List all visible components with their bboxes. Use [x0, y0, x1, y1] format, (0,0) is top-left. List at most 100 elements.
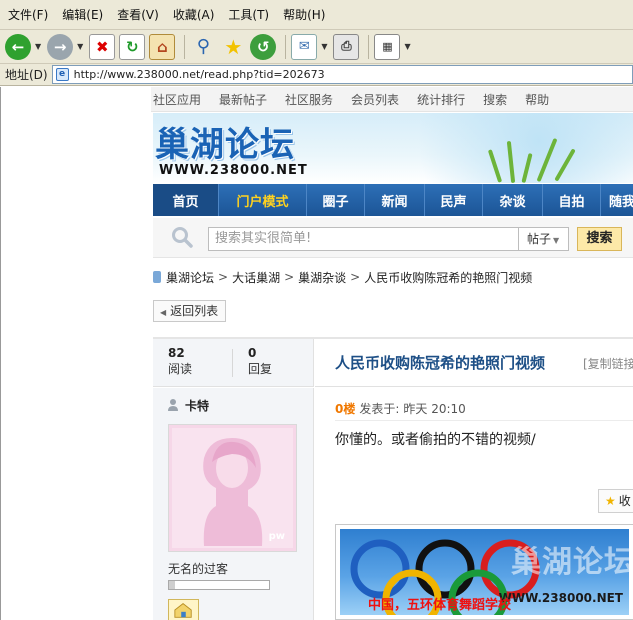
replies-count: 0 [248, 346, 257, 360]
breadcrumb-separator: > [350, 270, 361, 284]
search-icon[interactable]: ⚲ [190, 34, 216, 60]
forward-icon[interactable]: → [47, 33, 74, 60]
house-icon [174, 603, 192, 618]
topnav-stats[interactable]: 统计排行 [417, 91, 465, 108]
star-icon: ★ [605, 494, 616, 508]
toolbar-separator [184, 34, 186, 59]
breadcrumb-subboard[interactable]: 巢湖杂谈 [298, 269, 346, 286]
breadcrumb-board[interactable]: 大话巢湖 [232, 269, 280, 286]
user-rank: 无名的过客 [168, 562, 229, 576]
address-bar: 地址(D) e http://www.238000.net/read.php?t… [0, 64, 633, 86]
posted-label: 发表于: [359, 402, 400, 416]
breadcrumb-separator: > [284, 270, 295, 284]
favorite-label: 收 [618, 494, 631, 508]
address-input[interactable]: e http://www.238000.net/read.php?tid=202… [51, 65, 633, 84]
search-input[interactable]: 搜索其实很简单! [208, 227, 519, 251]
breadcrumb-forum[interactable]: 巢湖论坛 [166, 269, 214, 286]
author-name[interactable]: 卡特 [185, 397, 209, 414]
browser-toolbar: ← ▼ → ▼ ✖ ↻ ⌂ ⚲ ★ ↺ ✉ ▼ ⎙ ▦ ▼ [0, 30, 633, 64]
address-label: 地址(D) [5, 68, 48, 82]
back-dropdown-icon[interactable]: ▼ [35, 42, 41, 51]
nav-home[interactable]: 首页 [153, 184, 219, 216]
topnav-latest[interactable]: 最新帖子 [219, 91, 267, 108]
search-type-select[interactable]: 帖子 ▼ [519, 227, 569, 251]
thread-stats: 82 阅读 0 回复 [153, 339, 314, 387]
stop-icon[interactable]: ✖ [89, 33, 116, 60]
breadcrumb: 巢湖论坛 > 大话巢湖 > 巢湖杂谈 > 人民币收购陈冠希的艳照门视频 [153, 268, 633, 286]
menu-bar: 文件(F) 编辑(E) 查看(V) 收藏(A) 工具(T) 帮助(H) [0, 0, 633, 30]
breadcrumb-icon [153, 271, 161, 283]
nav-selfie[interactable]: 自拍 [543, 184, 601, 216]
search-type-label: 帖子 [527, 232, 552, 246]
edit-dropdown-icon[interactable]: ▼ [404, 42, 410, 51]
post-content: 你懂的。或者偷拍的不错的视频/ [335, 432, 536, 448]
user-home-icon[interactable] [168, 599, 199, 620]
nav-more[interactable]: 随我 [601, 184, 633, 216]
topnav-search[interactable]: 搜索 [483, 91, 507, 108]
refresh-icon[interactable]: ↻ [119, 33, 146, 60]
image-watermark-logo: 巢湖论坛 [511, 545, 629, 580]
topnav-members[interactable]: 会员列表 [351, 91, 399, 108]
mail-dropdown-icon[interactable]: ▼ [321, 42, 327, 51]
search-row: 搜索其实很简单! 帖子 ▼ 搜索 [153, 218, 633, 258]
favorite-button[interactable]: ★ 收 [598, 489, 633, 513]
menu-tools[interactable]: 工具(T) [228, 6, 269, 23]
avatar-image: pw [172, 428, 293, 548]
toolbar-separator [285, 34, 287, 59]
nav-portal[interactable]: 门户模式 [219, 184, 307, 216]
post-meta: 0楼 发表于: 昨天 20:10 [335, 400, 466, 417]
edit-icon[interactable]: ▦ [374, 33, 401, 60]
site-logo-url: WWW.238000.NET [159, 163, 308, 178]
post-image[interactable]: 巢湖论坛 WWW.238000.NET 中国，五环体育舞蹈学校 [335, 524, 633, 620]
content-divider [335, 420, 633, 421]
menu-view[interactable]: 查看(V) [117, 6, 159, 23]
main-nav: 首页 门户模式 圈子 新闻 民声 杂谈 自拍 随我 [153, 184, 633, 216]
avatar[interactable]: pw [168, 424, 297, 552]
chevron-left-icon: ◀ [160, 308, 167, 317]
breadcrumb-separator: > [218, 270, 229, 284]
site-logo[interactable]: 巢湖论坛 [155, 117, 295, 166]
views-count: 82 [168, 346, 185, 360]
toolbar-separator [368, 34, 370, 59]
author-sidebar: 卡特 pw 无名的过客 [153, 388, 314, 620]
search-button[interactable]: 搜索 [577, 227, 622, 251]
thread-title: 人民币收购陈冠希的艳照门视频 [335, 354, 546, 372]
mail-icon[interactable]: ✉ [291, 33, 318, 60]
copy-link[interactable]: [复制链接 [583, 355, 633, 372]
favorites-icon[interactable]: ★ [220, 34, 246, 60]
floor-number[interactable]: 0楼 [335, 402, 355, 416]
site-banner: 巢湖论坛 WWW.238000.NET [153, 113, 633, 183]
print-icon[interactable]: ⎙ [333, 33, 360, 60]
views-label: 阅读 [168, 362, 193, 376]
nav-chat[interactable]: 杂谈 [483, 184, 543, 216]
post-body: 0楼 发表于: 昨天 20:10 你懂的。或者偷拍的不错的视频/ ★ 收 巢湖论坛 [315, 388, 633, 620]
back-icon[interactable]: ← [5, 33, 31, 60]
back-to-list-button[interactable]: ◀ 返回列表 [153, 300, 226, 322]
history-icon[interactable]: ↺ [250, 33, 277, 60]
web-page: 社区应用 最新帖子 社区服务 会员列表 统计排行 搜索 帮助 巢湖论坛 WWW.… [0, 87, 633, 620]
image-caption: 中国，五环体育舞蹈学校 [368, 598, 512, 613]
topnav-services[interactable]: 社区服务 [285, 91, 333, 108]
nav-voice[interactable]: 民声 [425, 184, 483, 216]
home-icon[interactable]: ⌂ [149, 33, 176, 60]
menu-file[interactable]: 文件(F) [8, 6, 48, 23]
topnav-help[interactable]: 帮助 [525, 91, 549, 108]
address-url: http://www.238000.net/read.php?tid=20267… [73, 68, 325, 81]
nav-news[interactable]: 新闻 [365, 184, 425, 216]
chevron-down-icon: ▼ [553, 236, 560, 245]
forward-dropdown-icon[interactable]: ▼ [77, 42, 83, 51]
back-to-list-label: 返回列表 [170, 304, 219, 318]
menu-help[interactable]: 帮助(H) [283, 6, 325, 23]
breadcrumb-thread[interactable]: 人民币收购陈冠希的艳照门视频 [364, 269, 532, 286]
rank-progress-bar [168, 580, 270, 590]
menu-favorites[interactable]: 收藏(A) [173, 6, 215, 23]
views-stat: 82 阅读 [168, 346, 192, 377]
post-image-content: 巢湖论坛 WWW.238000.NET 中国，五环体育舞蹈学校 [340, 529, 629, 615]
search-icon [172, 227, 193, 248]
replies-label: 回复 [248, 362, 273, 376]
menu-edit[interactable]: 编辑(E) [62, 6, 103, 23]
nav-circles[interactable]: 圈子 [307, 184, 365, 216]
topnav-apps[interactable]: 社区应用 [153, 91, 201, 108]
page-icon: e [55, 68, 69, 81]
posted-time: 昨天 20:10 [403, 402, 466, 416]
